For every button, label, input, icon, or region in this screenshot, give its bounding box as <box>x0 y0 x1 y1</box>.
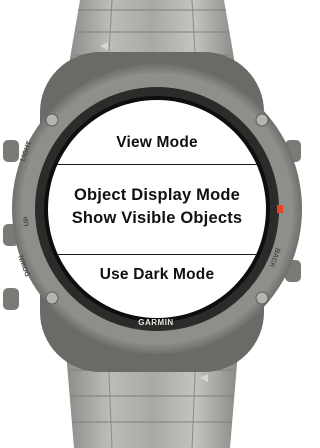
menu-item-label: Object Display Mode <box>73 186 241 204</box>
menu-item-label: Use Dark Mode <box>99 266 215 283</box>
menu-item-label: View Mode <box>116 134 198 151</box>
menu-divider <box>48 164 266 165</box>
brand-logo: GARMIN <box>138 318 174 327</box>
menu-divider <box>48 254 266 255</box>
menu-item-value: Show Visible Objects <box>71 209 243 227</box>
menu-item-view-mode[interactable]: View Mode <box>48 134 266 152</box>
menu-item-use-dark-mode[interactable]: Use Dark Mode <box>48 266 266 284</box>
watch-screen: View Mode Object Display Mode Show Visib… <box>48 100 266 318</box>
watch-stage: LIGHT UP DOWN BACK GARMIN View Mode Obje… <box>0 0 304 448</box>
menu-item-object-display-mode[interactable]: Object Display Mode Show Visible Objects <box>48 184 266 230</box>
scroll-indicator <box>254 148 264 153</box>
bezel-label-up: UP <box>23 216 31 227</box>
